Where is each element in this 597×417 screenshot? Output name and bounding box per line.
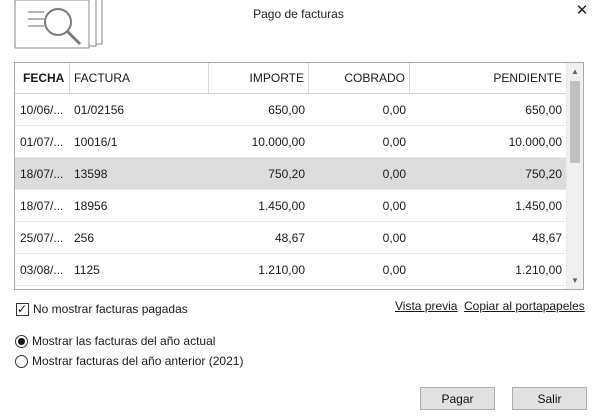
scroll-up-icon[interactable]: ▲ [567, 63, 583, 80]
cell-fecha: 25/07/... [20, 230, 64, 245]
cell-pendiente: 10.000,00 [508, 134, 562, 149]
cell-factura: 18956 [74, 198, 108, 213]
cell-pendiente: 1.450,00 [515, 198, 562, 213]
column-header-factura[interactable]: FACTURA [70, 63, 209, 93]
cell-pendiente: 650,00 [525, 102, 562, 117]
cell-importe: 650,00 [268, 102, 305, 117]
column-header-pendiente[interactable]: PENDIENTE [410, 63, 566, 93]
cell-fecha: 18/07/... [20, 198, 64, 213]
cell-factura: 01/02156 [74, 102, 125, 117]
hide-paid-option[interactable]: ✓ No mostrar facturas pagadas [16, 302, 188, 316]
cell-cobrado: 0,00 [382, 230, 406, 245]
table-row[interactable]: 10/06/... 01/02156 650,00 0,00 650,00 [15, 94, 566, 126]
radio-current-year[interactable]: Mostrar las facturas del año actual [15, 334, 215, 348]
exit-button[interactable]: Salir [512, 387, 587, 410]
invoices-table: FECHA FACTURA IMPORTE COBRADO PENDIENTE … [14, 62, 584, 290]
hide-paid-checkbox[interactable]: ✓ [16, 301, 29, 316]
cell-factura: 256 [74, 230, 95, 245]
cell-fecha: 10/06/... [20, 102, 64, 117]
table-header: FECHA FACTURA IMPORTE COBRADO PENDIENTE [15, 63, 566, 94]
column-header-importe[interactable]: IMPORTE [209, 63, 309, 93]
cell-importe: 10.000,00 [251, 134, 305, 149]
table-row[interactable]: 03/08/... 1125 1.210,00 0,00 1.210,00 [15, 254, 566, 286]
cell-pendiente: 750,20 [525, 166, 562, 181]
copy-clipboard-link[interactable]: Copiar al portapapeles [464, 299, 585, 313]
cell-cobrado: 0,00 [382, 198, 406, 213]
table-body: 10/06/... 01/02156 650,00 0,00 650,00 01/07/.… [15, 94, 566, 289]
pay-button[interactable]: Pagar [420, 387, 495, 410]
cell-factura: 10016/1 [74, 134, 118, 149]
scroll-down-icon[interactable]: ▼ [567, 272, 583, 289]
column-header-cobrado[interactable]: COBRADO [309, 63, 410, 93]
cell-pendiente: 1.210,00 [515, 262, 562, 277]
cell-fecha: 18/07/... [20, 166, 64, 181]
cell-cobrado: 0,00 [382, 134, 406, 149]
radio-previous-year[interactable]: Mostrar facturas del año anterior (2021) [15, 354, 243, 368]
checkmark-icon: ✓ [17, 301, 28, 316]
cell-importe: 48,67 [274, 230, 305, 245]
cell-factura: 1125 [74, 262, 100, 277]
cell-importe: 1.210,00 [258, 262, 305, 277]
cell-cobrado: 0,00 [382, 166, 406, 181]
column-header-fecha[interactable]: FECHA [15, 63, 70, 93]
preview-link[interactable]: Vista previa [395, 299, 457, 313]
cell-importe: 750,20 [268, 166, 305, 181]
hide-paid-label: No mostrar facturas pagadas [33, 302, 188, 316]
table-row[interactable]: 25/07/... 256 48,67 0,00 48,67 [15, 222, 566, 254]
radio-selected-dot [18, 337, 25, 345]
radio-current-year-button[interactable] [15, 334, 28, 348]
radio-previous-year-label: Mostrar facturas del año anterior (2021) [32, 354, 244, 368]
radio-previous-year-button[interactable] [15, 354, 28, 368]
table-row[interactable]: 01/07/... 10016/1 10.000,00 0,00 10.000,00 [15, 126, 566, 158]
radio-current-year-label: Mostrar las facturas del año actual [32, 334, 216, 348]
cell-fecha: 03/08/... [20, 262, 64, 277]
cell-fecha: 01/07/... [20, 134, 64, 149]
window-title: Pago de facturas [253, 7, 344, 21]
cell-cobrado: 0,00 [382, 262, 406, 277]
vertical-scrollbar[interactable]: ▲ ▼ [566, 63, 583, 289]
cell-factura: 13598 [74, 166, 108, 181]
scrollbar-thumb[interactable] [570, 81, 580, 163]
cell-pendiente: 48,67 [531, 230, 562, 245]
table-row[interactable]: 18/07/... 18956 1.450,00 0,00 1.450,00 [15, 190, 566, 222]
close-icon[interactable]: ✕ [574, 3, 590, 19]
cell-cobrado: 0,00 [382, 102, 406, 117]
cell-importe: 1.450,00 [258, 198, 305, 213]
table-row[interactable]: 18/07/... 13598 750,20 0,00 750,20 [15, 158, 566, 190]
